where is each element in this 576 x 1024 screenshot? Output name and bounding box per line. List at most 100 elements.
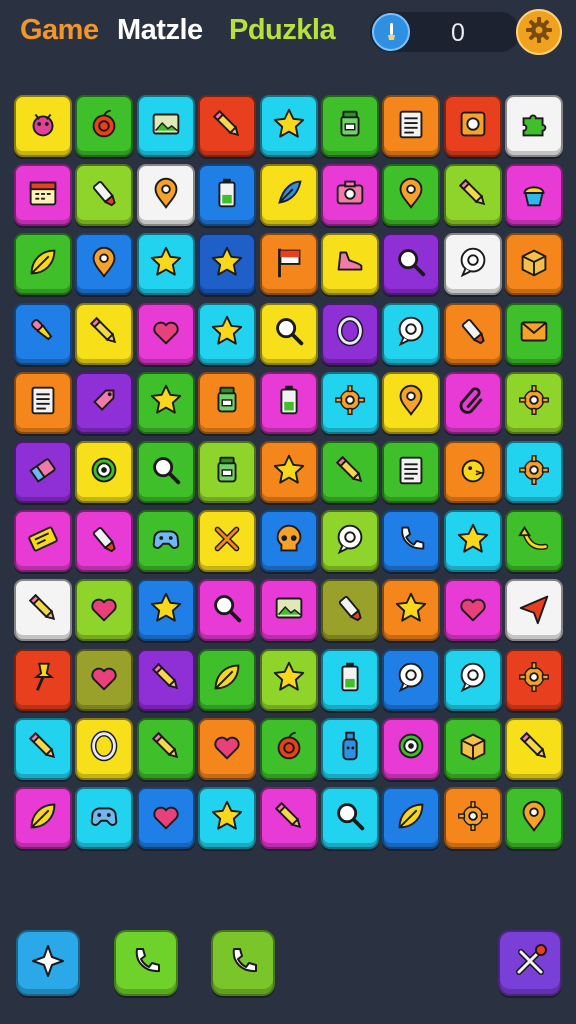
tile-r7-c7[interactable] — [382, 510, 441, 573]
tile-r8-c3[interactable] — [136, 579, 195, 642]
tile-r4-c9[interactable] — [505, 302, 564, 365]
tile-r4-c5[interactable] — [259, 302, 318, 365]
tile-r1-c3[interactable] — [136, 95, 195, 157]
tile-r2-c4[interactable] — [198, 164, 257, 227]
tile-r10-c4[interactable] — [198, 717, 257, 780]
tile-r11-c2[interactable] — [75, 787, 134, 849]
tile-r4-c4[interactable] — [198, 302, 257, 365]
tile-r6-c7[interactable] — [382, 441, 441, 503]
tile-r2-c2[interactable] — [75, 164, 134, 227]
tile-r8-c1[interactable] — [14, 579, 72, 642]
tile-r4-c1[interactable] — [14, 302, 72, 365]
tile-r9-c2[interactable] — [75, 648, 134, 711]
tile-r11-c4[interactable] — [198, 787, 257, 849]
tile-r5-c2[interactable] — [75, 371, 134, 434]
tile-r5-c5[interactable] — [259, 371, 318, 434]
tile-r9-c4[interactable] — [198, 648, 257, 711]
tile-r10-c2[interactable] — [75, 717, 134, 780]
tile-r11-c9[interactable] — [505, 787, 564, 849]
tile-r5-c7[interactable] — [382, 371, 441, 434]
tile-r1-c4[interactable] — [198, 95, 257, 157]
tile-r7-c3[interactable] — [136, 510, 195, 573]
tile-r1-c5[interactable] — [259, 95, 318, 157]
tile-r3-c2[interactable] — [75, 233, 134, 296]
tile-r1-c7[interactable] — [382, 95, 441, 157]
tile-r7-c6[interactable] — [321, 510, 379, 573]
tile-r3-c8[interactable] — [443, 233, 502, 296]
tile-r6-c6[interactable] — [321, 441, 379, 503]
tile-r8-c8[interactable] — [443, 579, 502, 642]
tile-r5-c9[interactable] — [505, 371, 564, 434]
tile-r2-c5[interactable] — [259, 164, 318, 227]
tile-r5-c1[interactable] — [14, 371, 72, 434]
tile-r6-c5[interactable] — [259, 441, 318, 503]
tile-r1-c1[interactable] — [14, 95, 72, 157]
tile-r10-c5[interactable] — [259, 717, 318, 780]
tile-r11-c8[interactable] — [443, 787, 502, 849]
tile-r3-c9[interactable] — [505, 233, 564, 296]
tile-r4-c8[interactable] — [443, 302, 502, 365]
tile-r3-c6[interactable] — [321, 233, 379, 296]
shuffle-button[interactable] — [16, 930, 80, 996]
tile-r2-c8[interactable] — [443, 164, 502, 227]
tile-r8-c4[interactable] — [198, 579, 257, 642]
tile-r4-c2[interactable] — [75, 302, 134, 365]
tile-r2-c9[interactable] — [505, 164, 564, 227]
tile-r3-c1[interactable] — [14, 233, 72, 296]
tile-r6-c2[interactable] — [75, 441, 134, 503]
tile-r11-c1[interactable] — [14, 787, 72, 849]
tile-r11-c3[interactable] — [136, 787, 195, 849]
tile-r1-c9[interactable] — [505, 95, 564, 157]
tile-r9-c9[interactable] — [505, 648, 564, 711]
tile-r1-c6[interactable] — [321, 95, 379, 157]
phone-button[interactable] — [114, 930, 178, 996]
tile-r6-c1[interactable] — [14, 441, 72, 503]
tile-r7-c2[interactable] — [75, 510, 134, 573]
tile-r3-c3[interactable] — [136, 233, 195, 296]
tile-r9-c1[interactable] — [14, 648, 72, 711]
tile-r2-c1[interactable] — [14, 164, 72, 227]
tile-r7-c9[interactable] — [505, 510, 564, 573]
tile-r5-c3[interactable] — [136, 371, 195, 434]
tile-r3-c5[interactable] — [259, 233, 318, 296]
tile-r11-c7[interactable] — [382, 787, 441, 849]
tile-r8-c9[interactable] — [505, 579, 564, 642]
tile-r9-c8[interactable] — [443, 648, 502, 711]
tile-r6-c3[interactable] — [136, 441, 195, 503]
tile-r8-c2[interactable] — [75, 579, 134, 642]
tile-r10-c1[interactable] — [14, 717, 72, 780]
tile-r5-c4[interactable] — [198, 371, 257, 434]
tools-button[interactable] — [498, 930, 562, 996]
tile-r1-c8[interactable] — [443, 95, 502, 157]
tile-r11-c5[interactable] — [259, 787, 318, 849]
tile-r11-c6[interactable] — [321, 787, 379, 849]
tile-r2-c6[interactable] — [321, 164, 379, 227]
tile-r2-c3[interactable] — [136, 164, 195, 227]
tile-r4-c3[interactable] — [136, 302, 195, 365]
tile-r5-c8[interactable] — [443, 371, 502, 434]
tile-r10-c8[interactable] — [443, 717, 502, 780]
tile-r7-c1[interactable] — [14, 510, 72, 573]
tile-r6-c8[interactable] — [443, 441, 502, 503]
tile-r2-c7[interactable] — [382, 164, 441, 227]
tile-r7-c5[interactable] — [259, 510, 318, 573]
tile-r10-c7[interactable] — [382, 717, 441, 780]
tile-r8-c7[interactable] — [382, 579, 441, 642]
tile-r1-c2[interactable] — [75, 95, 134, 157]
tile-r8-c5[interactable] — [259, 579, 318, 642]
settings-button[interactable] — [516, 9, 562, 55]
tile-r3-c4[interactable] — [198, 233, 257, 296]
tile-r8-c6[interactable] — [321, 579, 379, 642]
call-back-button[interactable] — [211, 930, 275, 996]
tile-r10-c6[interactable] — [321, 717, 379, 780]
tile-r9-c6[interactable] — [321, 648, 379, 711]
tile-r9-c5[interactable] — [259, 648, 318, 711]
tile-r6-c4[interactable] — [198, 441, 257, 503]
tile-r4-c6[interactable] — [321, 302, 379, 365]
tile-r4-c7[interactable] — [382, 302, 441, 365]
tile-r6-c9[interactable] — [505, 441, 564, 503]
tile-r7-c4[interactable] — [198, 510, 257, 573]
tile-r9-c7[interactable] — [382, 648, 441, 711]
tile-r5-c6[interactable] — [321, 371, 379, 434]
tile-r10-c3[interactable] — [136, 717, 195, 780]
